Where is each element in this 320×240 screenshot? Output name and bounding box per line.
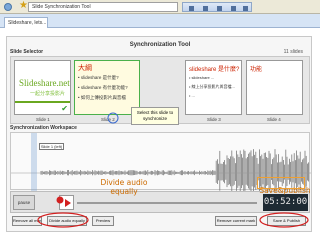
remove-current-mark-button[interactable]: Remove current mark xyxy=(215,216,257,226)
slide-2-title: 大綱 xyxy=(78,65,92,72)
slide-3-item-1: • slideshare ... xyxy=(189,75,215,80)
slide-mark[interactable]: Slide 1 (left) xyxy=(39,143,64,150)
slide-thumbnail-3[interactable]: slideshare 是什麼? • slideshare ... • 線上分享投… xyxy=(185,60,242,115)
slide-number-1: Slide 1 xyxy=(36,117,50,122)
save-annotation-box xyxy=(257,177,305,189)
divide-audio-annotation: Divide audio equally xyxy=(100,178,148,196)
slide-strip: Slideshare.net 一起分享投影片 ✔ Slide 1 大綱 • sl… xyxy=(10,56,310,125)
slide-2-item-2: • slideshare 有什麼功能? xyxy=(78,85,128,90)
slide-2-item-1: • slideshare 是什麼? xyxy=(78,75,119,80)
home-icon[interactable] xyxy=(189,6,194,11)
browser-address-bar[interactable]: Slide Synchronization Tool xyxy=(28,2,178,12)
feeds-icon[interactable] xyxy=(203,6,208,11)
slide-4-title: 功能 xyxy=(250,67,263,73)
divide-audio-equally-button[interactable]: Divide audio equally xyxy=(47,216,87,226)
slide-1-title: Slideshare.net xyxy=(19,78,70,88)
sync-workspace-label: Synchronization Workspace xyxy=(10,125,77,131)
preview-button[interactable]: Preview xyxy=(92,216,114,226)
favorites-star-icon[interactable]: ★ xyxy=(19,1,28,11)
print-icon[interactable] xyxy=(217,6,222,11)
pause-button[interactable]: pause xyxy=(13,195,35,210)
selection-region[interactable] xyxy=(31,133,37,191)
action-bar: Remove all marks Divide audio equally Pr… xyxy=(10,215,310,229)
tools-icon[interactable] xyxy=(243,6,248,11)
app-title: Synchronization Tool xyxy=(129,42,191,48)
slide-3-item-3: • ... xyxy=(189,93,195,98)
save-publish-button[interactable]: Save & Publish xyxy=(267,216,306,226)
checkmark-icon: ✔ xyxy=(61,104,68,113)
browser-icon xyxy=(4,3,12,11)
slide-number-4: Slide 4 xyxy=(267,117,281,122)
browser-tab-row: Slideshare, lets... xyxy=(0,14,320,28)
time-display: 05:52:00 xyxy=(263,194,308,211)
slides-count: 11 slides xyxy=(283,49,303,55)
remove-all-marks-button[interactable]: Remove all marks xyxy=(12,216,42,226)
slide-2-item-3: • 如何上傳投影片與音檔 xyxy=(78,95,126,100)
browser-tab[interactable]: Slideshare, lets... xyxy=(4,17,48,28)
slide-thumbnail-1[interactable]: Slideshare.net 一起分享投影片 ✔ xyxy=(14,60,71,115)
slide-1-rule xyxy=(15,101,70,103)
slide-1-subtitle: 一起分享投影片 xyxy=(30,91,66,97)
page-icon[interactable] xyxy=(231,6,236,11)
browser-titlebar: ★ Slide Synchronization Tool xyxy=(0,0,320,14)
slide-number-3: Slide 3 xyxy=(207,117,221,122)
slide-number-2: Slide 2 xyxy=(101,117,115,122)
sync-tool-app: Synchronization Tool Slide Selector 11 s… xyxy=(6,36,312,232)
slide-selector-label: Slide Selector xyxy=(10,49,44,55)
play-icon xyxy=(65,199,71,207)
slide-3-item-2: • 線上分享投影片與音檔... xyxy=(189,84,235,89)
slide-3-title: slideshare 是什麼? xyxy=(189,67,240,73)
slide-thumbnail-4[interactable]: 功能 xyxy=(246,60,303,115)
playback-track[interactable] xyxy=(77,202,257,204)
select-slide-tooltip: Select this slide to synchronize xyxy=(131,107,179,125)
play-button[interactable] xyxy=(59,195,74,210)
browser-toolbar xyxy=(182,2,252,12)
